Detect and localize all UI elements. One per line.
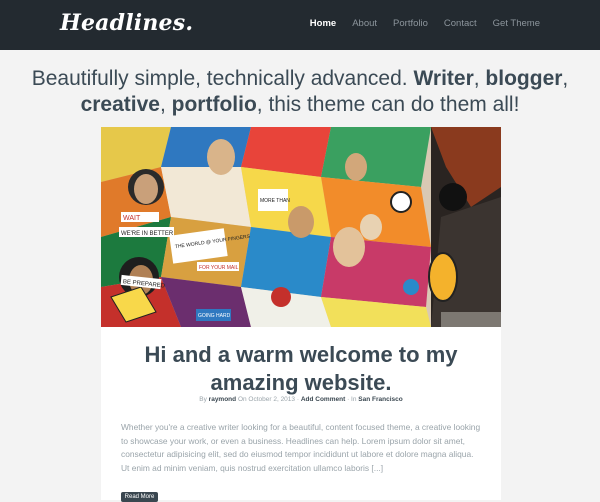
site-header: Headlines. Home About Portfolio Contact … xyxy=(0,0,600,50)
meta-add-comment-link[interactable]: Add Comment xyxy=(301,396,345,403)
meta-author-link[interactable]: raymond xyxy=(209,396,236,403)
meta-category-link[interactable]: San Francisco xyxy=(358,396,402,403)
mural-illustration: WAIT WE'RE IN BETTER THE WORLD @ YOUR FI… xyxy=(101,127,501,327)
nav-get-theme[interactable]: Get Theme xyxy=(493,18,540,29)
meta-date: On October 2, 2013 xyxy=(237,396,296,403)
mural-text-2: WE'RE IN BETTER xyxy=(121,231,174,237)
tagline-creative: creative xyxy=(80,93,160,116)
tagline-portfolio: portfolio xyxy=(171,93,257,116)
post-excerpt: Whether you're a creative writer looking… xyxy=(121,422,481,473)
meta-sep: · xyxy=(296,396,300,403)
site-logo[interactable]: Headlines. xyxy=(60,10,193,36)
tagline-intro: Beautifully simple, technically advanced… xyxy=(31,67,408,90)
post-title[interactable]: Hi and a warm welcome to my amazing webs… xyxy=(101,341,501,397)
tagline-blogger: blogger xyxy=(485,67,563,90)
meta-in: In xyxy=(351,396,357,403)
mural-text-1: WAIT xyxy=(123,215,141,222)
mural-text-7: GOING HARD xyxy=(198,313,231,319)
nav-contact[interactable]: Contact xyxy=(444,18,477,29)
nav-about[interactable]: About xyxy=(352,18,377,29)
tagline-rest: this theme can do them all! xyxy=(268,93,520,116)
read-more-button[interactable]: Read More xyxy=(121,492,158,502)
featured-image[interactable]: WAIT WE'RE IN BETTER THE WORLD @ YOUR FI… xyxy=(101,127,501,327)
tagline-writer: Writer xyxy=(413,67,474,90)
mural-text-5: FOR YOUR MAIL xyxy=(199,265,239,271)
post-title-line1: Hi and a warm welcome to my xyxy=(144,342,458,367)
post-title-line2: amazing website. xyxy=(210,370,392,395)
mural-text-4: MORE THAN xyxy=(260,198,290,204)
nav-home[interactable]: Home xyxy=(310,18,336,29)
post-card: WAIT WE'RE IN BETTER THE WORLD @ YOUR FI… xyxy=(101,127,501,502)
meta-by: By xyxy=(199,396,207,403)
hero-tagline: Beautifully simple, technically advanced… xyxy=(31,67,569,116)
nav-portfolio[interactable]: Portfolio xyxy=(393,18,428,29)
meta-sep: · xyxy=(347,396,350,403)
main-nav: Home About Portfolio Contact Get Theme xyxy=(310,18,540,29)
post-meta: By raymond On October 2, 2013 · Add Comm… xyxy=(101,396,501,403)
